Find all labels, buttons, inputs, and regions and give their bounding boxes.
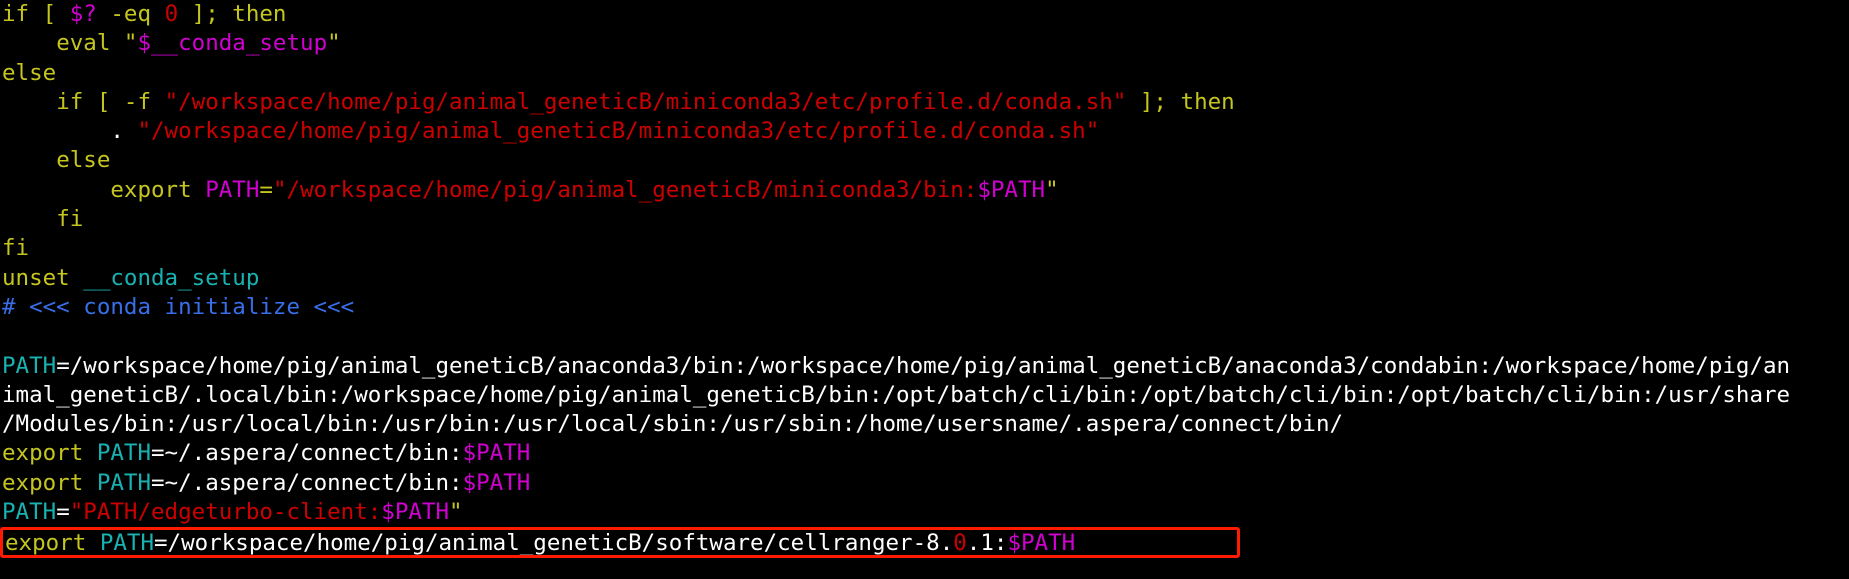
code-line-15: /Modules/bin:/usr/local/bin:/usr/bin:/us… xyxy=(0,410,1849,439)
code-line-9: fi xyxy=(0,234,1849,263)
variable-path-ref: $PATH xyxy=(381,499,450,526)
code-line-4: if [ -f "/workspace/home/pig/animal_gene… xyxy=(0,88,1849,117)
variable-path-ref: $PATH xyxy=(462,469,531,496)
string-edgeturbo-client-path: "PATH/edgeturbo-client: xyxy=(69,499,382,526)
quote-close: " xyxy=(327,30,341,57)
variable-path-name: PATH xyxy=(99,530,155,557)
quote-open: " xyxy=(110,30,138,57)
variable-exit-status: $? xyxy=(69,1,97,27)
variable-path-ref: $PATH xyxy=(977,176,1046,203)
keyword-if: if xyxy=(2,1,30,27)
number-zero: 0 xyxy=(164,1,179,27)
keyword-export: export xyxy=(5,530,87,557)
code-line-7: export PATH="/workspace/home/pig/animal_… xyxy=(0,176,1849,205)
code-line-3: else xyxy=(0,59,1849,88)
source-dot: . xyxy=(110,118,124,145)
keyword-if: if xyxy=(56,88,84,115)
variable-path-ref: $PATH xyxy=(462,440,531,467)
variable-conda-setup: $__conda_setup xyxy=(137,30,328,57)
cellranger-path: =/workspace/home/pig/animal_geneticB/sof… xyxy=(154,530,954,557)
code-line-19-highlighted[interactable]: export PATH=/workspace/home/pig/animal_g… xyxy=(0,527,1240,559)
keyword-unset: unset xyxy=(2,264,70,291)
code-line-18: PATH="PATH/edgeturbo-client:$PATH" xyxy=(0,498,1849,527)
code-line-12-blank xyxy=(0,322,1849,351)
variable-path-name: PATH xyxy=(96,440,152,467)
keyword-export: export xyxy=(2,469,84,496)
variable-path-name: PATH xyxy=(2,499,57,526)
keyword-export: export xyxy=(2,440,84,467)
code-line-11: # <<< conda initialize <<< xyxy=(0,293,1849,322)
string-conda-sh-path: "/workspace/home/pig/animal_geneticB/min… xyxy=(137,118,1100,145)
keyword-else: else xyxy=(56,147,111,174)
quote-close: " xyxy=(1045,176,1059,203)
keyword-eval: eval xyxy=(56,30,111,57)
bracket-open: [ xyxy=(29,1,70,27)
code-line-16: export PATH=~/.aspera/connect/bin:$PATH xyxy=(0,439,1849,468)
terminal-window[interactable]: if [ $? -eq 0 ]; then eval "$__conda_set… xyxy=(0,0,1849,579)
variable-path-name: PATH xyxy=(96,469,152,496)
keyword-then: then xyxy=(1180,88,1235,115)
path-value-part-1: =/workspace/home/pig/animal_geneticB/ana… xyxy=(56,352,1791,379)
string-conda-sh-path: "/workspace/home/pig/animal_geneticB/min… xyxy=(164,88,1127,115)
keyword-fi: fi xyxy=(2,235,30,262)
code-line-1: if [ $? -eq 0 ]; then xyxy=(0,0,1849,29)
variable-path-ref: $PATH xyxy=(1007,530,1076,557)
bracket-close: ]; xyxy=(1126,88,1181,115)
code-line-2: eval "$__conda_setup" xyxy=(0,29,1849,58)
operator-eq: -eq xyxy=(96,1,165,27)
assign-operator: = xyxy=(259,176,273,203)
variable-path-name: PATH xyxy=(2,352,57,379)
code-line-17: export PATH=~/.aspera/connect/bin:$PATH xyxy=(0,469,1849,498)
keyword-export: export xyxy=(110,176,192,203)
code-line-13: PATH=/workspace/home/pig/animal_geneticB… xyxy=(0,352,1849,381)
keyword-fi: fi xyxy=(56,206,84,233)
code-line-8: fi xyxy=(0,205,1849,234)
code-line-10: unset __conda_setup xyxy=(0,264,1849,293)
quote-close: " xyxy=(449,499,463,526)
aspera-connect-path: =~/.aspera/connect/bin: xyxy=(151,469,463,496)
identifier-conda-setup: __conda_setup xyxy=(83,264,260,291)
path-value-part-3: /Modules/bin:/usr/local/bin:/usr/bin:/us… xyxy=(2,411,1344,438)
test-file-flag: [ -f xyxy=(83,88,165,115)
keyword-else: else xyxy=(2,59,57,86)
version-number-zero: 0 xyxy=(953,530,967,557)
keyword-then: then xyxy=(232,1,287,27)
comment-conda-initialize-end: # <<< conda initialize <<< xyxy=(2,293,355,320)
assign-operator: = xyxy=(56,499,70,526)
code-line-5: . "/workspace/home/pig/animal_geneticB/m… xyxy=(0,117,1849,146)
string-miniconda-bin-path: "/workspace/home/pig/animal_geneticB/min… xyxy=(272,176,978,203)
bracket-close: ]; xyxy=(178,1,233,27)
version-suffix: .1: xyxy=(966,530,1008,557)
code-line-14: imal_geneticB/.local/bin:/workspace/home… xyxy=(0,381,1849,410)
path-value-part-2: imal_geneticB/.local/bin:/workspace/home… xyxy=(2,381,1791,408)
variable-path-name: PATH xyxy=(205,176,260,203)
aspera-connect-path: =~/.aspera/connect/bin: xyxy=(151,440,463,467)
code-line-6: else xyxy=(0,146,1849,175)
